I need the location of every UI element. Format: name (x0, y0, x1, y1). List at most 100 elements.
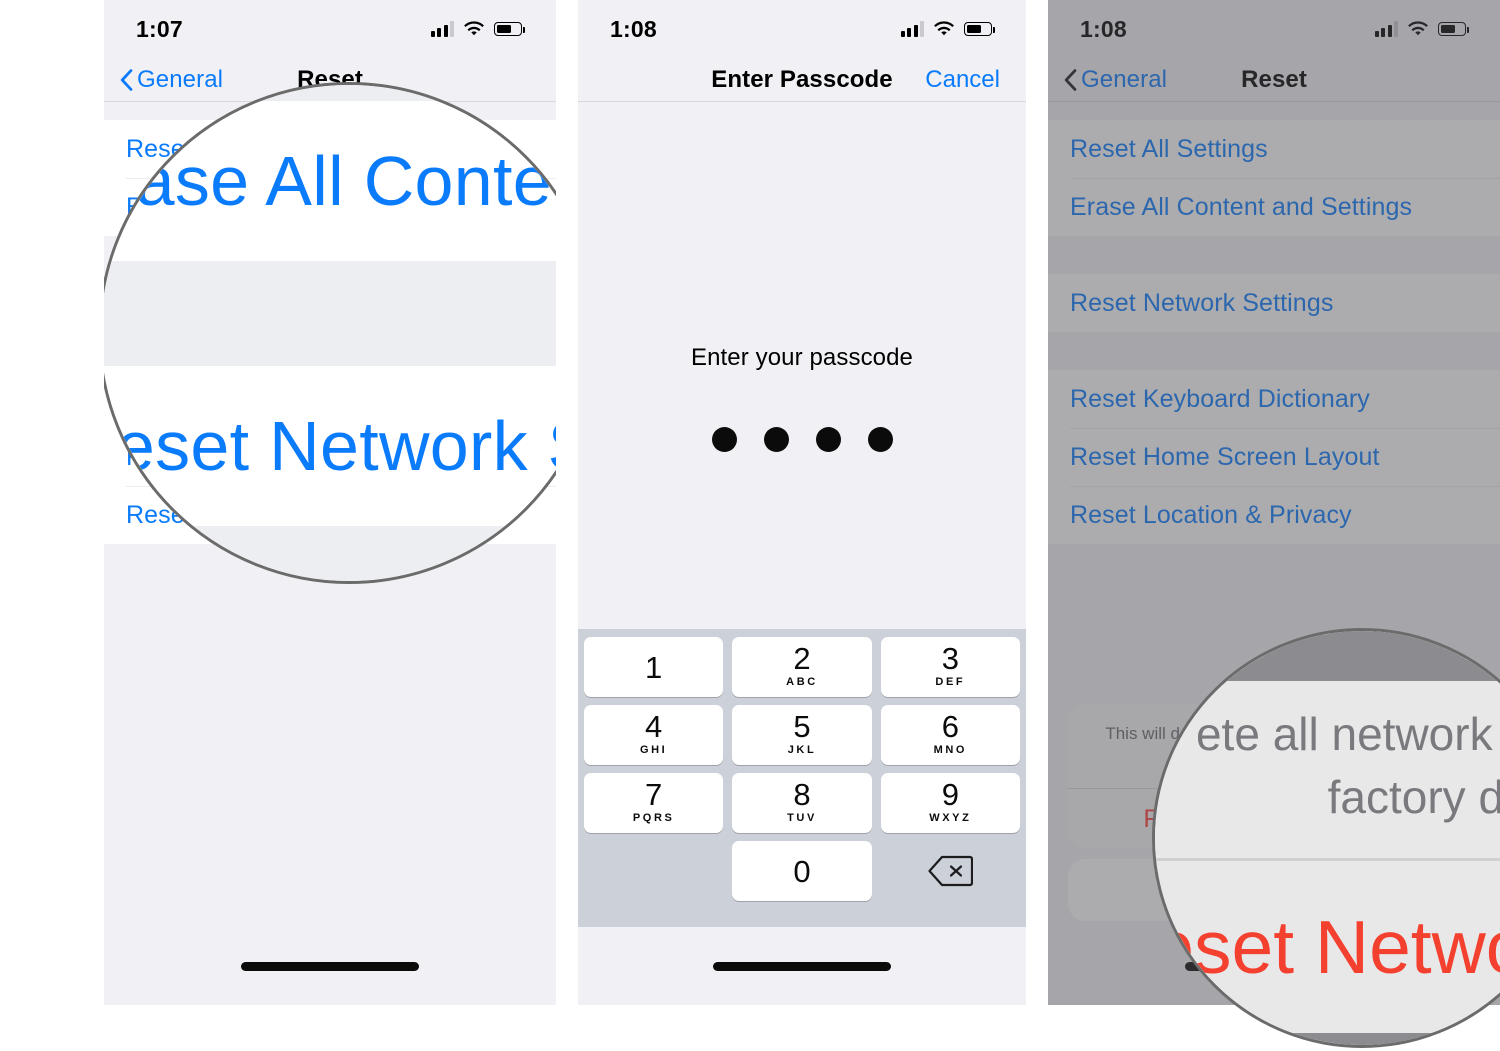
key-letters: WXYZ (929, 812, 972, 825)
list-item[interactable]: Reset Keyboard Dictionary (1048, 370, 1500, 428)
list-item-label: Reset All Settings (1070, 134, 1268, 163)
phone-screen-passcode: 1:08 Enter Passcode Cancel Enter your pa… (578, 0, 1026, 1005)
phone-screen-reset-list: 1:07 General Reset Reset All Settings Er… (104, 0, 556, 1005)
passcode-dot (815, 427, 841, 452)
key-letters: ABC (786, 676, 818, 689)
back-button-general[interactable]: General (1064, 66, 1167, 94)
magnified-sheet-card: ete all network settings, retur factory … (1155, 681, 1500, 1033)
status-icons (430, 21, 525, 37)
passcode-body: Enter your passcode 1 2 ABC 3 DEF 4 GHI 5 JK… (578, 102, 1026, 1005)
battery-icon (964, 22, 995, 36)
battery-icon (494, 22, 525, 36)
key-number: 8 (793, 777, 811, 813)
magnified-message-line-1: ete all network settings, retur (1195, 708, 1500, 760)
key-number: 0 (793, 853, 811, 889)
list-group-2: Reset Network Settings (1048, 274, 1500, 332)
keypad-row: 1 2 ABC 3 DEF (584, 637, 1020, 697)
nav-bar: Enter Passcode Cancel (578, 58, 1026, 102)
key-number: 2 (793, 641, 811, 677)
key-8[interactable]: 8 TUV (732, 773, 872, 833)
key-spacer (584, 841, 723, 901)
magnified-action-sheet: ete all network settings, retur factory … (1155, 631, 1500, 1045)
cellular-bars-icon (1374, 21, 1398, 37)
status-bar: 1:07 (104, 0, 556, 58)
back-button-label: General (1081, 65, 1168, 93)
cellular-bars-icon (900, 21, 924, 37)
key-3[interactable]: 3 DEF (880, 637, 1020, 697)
status-bar: 1:08 (578, 0, 1026, 58)
status-time: 1:08 (1080, 15, 1127, 42)
key-letters: PQRS (632, 812, 675, 825)
key-0[interactable]: 0 (732, 841, 872, 901)
status-bar: 1:08 (1048, 0, 1500, 58)
list-item[interactable]: Erase All Content and Settings (1048, 178, 1500, 236)
home-indicator (241, 962, 419, 971)
passcode-dots (578, 427, 1026, 452)
status-icons (1374, 21, 1469, 37)
key-number: 4 (645, 709, 663, 745)
key-letters: TUV (787, 812, 817, 825)
list-item-label: Reset Keyboard Dictionary (1070, 384, 1370, 413)
key-6[interactable]: 6 MNO (880, 705, 1020, 765)
page-title: Reset (1241, 65, 1307, 93)
key-number: 9 (941, 777, 959, 813)
key-number: 7 (645, 777, 663, 813)
key-letters: JKL (787, 744, 817, 757)
nav-bar: General Reset (1048, 58, 1500, 102)
list-item[interactable]: Reset Network Settings (1048, 274, 1500, 332)
key-4[interactable]: 4 GHI (584, 705, 724, 765)
cancel-button[interactable]: Cancel (925, 66, 1000, 94)
list-item[interactable]: Reset All Settings (1048, 120, 1500, 178)
list-item-label: Reset Network Settings (1070, 288, 1334, 317)
status-time: 1:08 (610, 15, 657, 42)
screenshot-stage: 1:07 General Reset Reset All Settings Er… (0, 0, 1500, 1051)
magnified-list-item[interactable]: Reset Network Settings (104, 366, 556, 526)
list-group-1: Reset All Settings Erase All Content and… (1048, 120, 1500, 236)
list-item[interactable]: Reset Home Screen Layout (1048, 428, 1500, 486)
key-7[interactable]: 7 PQRS (584, 773, 724, 833)
key-number: 1 (645, 649, 663, 685)
key-2[interactable]: 2 ABC (732, 637, 872, 697)
key-letters: GHI (639, 744, 668, 757)
key-number: 6 (941, 709, 959, 745)
chevron-left-icon (1064, 68, 1077, 91)
passcode-prompt: Enter your passcode (690, 344, 914, 371)
key-letters: MNO (933, 744, 968, 757)
list-item-label: Reset Location & Privacy (1070, 500, 1352, 529)
key-9[interactable]: 9 WXYZ (880, 773, 1020, 833)
passcode-dot (711, 427, 737, 452)
numeric-keypad: 1 2 ABC 3 DEF 4 GHI 5 JKL 6 MNO 7 PQRS 8 TUV 9W… (578, 629, 1026, 927)
backspace-delete-icon[interactable] (881, 841, 1020, 901)
cellular-bars-icon (430, 21, 454, 37)
magnified-list: Erase All Content and Settings Reset Net… (104, 85, 556, 581)
wifi-icon (463, 21, 485, 37)
magnified-list-item[interactable]: Erase All Content and Settings (104, 101, 556, 261)
wifi-icon (933, 21, 955, 37)
magnified-reset-network-settings-button[interactable]: Reset Network Settings (1155, 861, 1500, 1033)
magnifier-lens: Erase All Content and Settings Reset Net… (104, 82, 556, 584)
keypad-row: 0 (584, 841, 1020, 901)
battery-icon (1438, 22, 1469, 36)
key-letters: DEF (935, 676, 966, 689)
key-number: 5 (793, 709, 811, 745)
status-time: 1:07 (136, 15, 183, 42)
magnified-message-line-2: factory defaults. (1327, 771, 1500, 824)
list-item-label: Erase All Content and Settings (1070, 192, 1413, 221)
page-title: Enter Passcode (711, 65, 893, 93)
list-item[interactable]: Reset Location & Privacy (1048, 486, 1500, 544)
list-top-gap (1048, 102, 1500, 120)
keypad-row: 7 PQRS 8 TUV 9 WXYZ (584, 773, 1020, 833)
key-5[interactable]: 5 JKL (732, 705, 872, 765)
list-group-3: Reset Keyboard Dictionary Reset Home Scr… (1048, 370, 1500, 544)
list-bottom-filler (104, 544, 556, 944)
wifi-icon (1407, 21, 1429, 37)
list-item-label: Reset Home Screen Layout (1070, 442, 1380, 471)
key-1[interactable]: 1 (584, 637, 724, 697)
magnifier-lens: ete all network settings, retur factory … (1152, 628, 1500, 1048)
passcode-dot (867, 427, 893, 452)
magnified-list-item-label: Reset Network Settings (104, 407, 556, 485)
key-number: 3 (941, 641, 959, 677)
list-gap (1048, 236, 1500, 274)
passcode-dot (763, 427, 789, 452)
home-indicator (713, 962, 891, 971)
